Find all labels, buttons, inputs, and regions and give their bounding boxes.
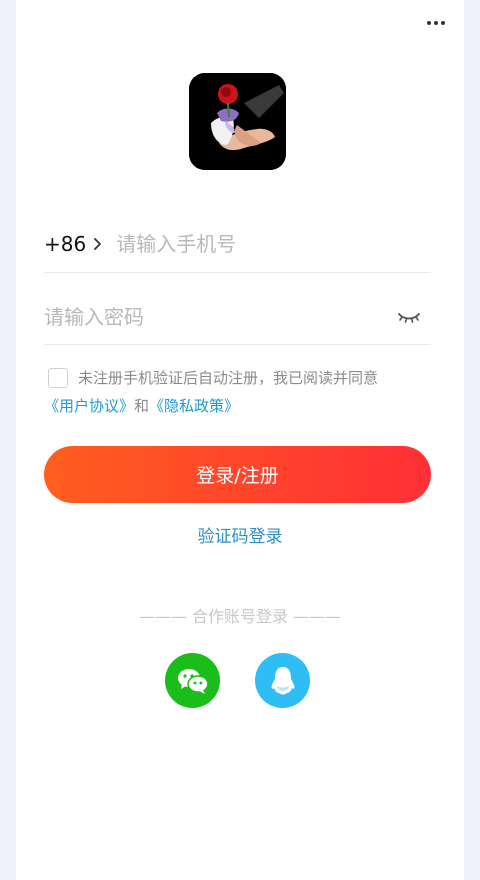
agreement-text: 未注册手机验证后自动注册，我已阅读并同意 — [78, 369, 379, 387]
logo-image — [189, 73, 286, 170]
agreement-links: 《用户协议》和《隐私政策》 — [44, 392, 438, 420]
more-icon[interactable] — [422, 14, 450, 32]
privacy-policy-link[interactable]: 《隐私政策》 — [149, 397, 239, 415]
country-code-label: +86 — [44, 232, 87, 256]
qq-login-button[interactable] — [255, 653, 310, 708]
password-input[interactable] — [44, 297, 397, 337]
agreement-block: 未注册手机验证后自动注册，我已阅读并同意 《用户协议》和《隐私政策》 — [44, 364, 438, 420]
country-code-selector[interactable]: +86 — [44, 232, 104, 256]
more-dot — [427, 21, 431, 25]
more-dot — [434, 21, 438, 25]
more-dot — [441, 21, 445, 25]
login-register-button[interactable]: 登录/注册 — [44, 446, 431, 503]
chevron-right-icon — [94, 238, 102, 250]
eye-closed-icon[interactable] — [397, 309, 421, 325]
phone-input[interactable] — [116, 224, 431, 264]
password-row — [44, 290, 431, 345]
qq-icon — [271, 666, 294, 694]
agreement-checkbox[interactable] — [48, 368, 68, 388]
sms-login-link[interactable]: 验证码登录 — [0, 522, 480, 547]
and-text: 和 — [134, 397, 150, 415]
wechat-icon — [177, 668, 209, 694]
wechat-login-button[interactable] — [165, 653, 220, 708]
user-agreement-link[interactable]: 《用户协议》 — [44, 397, 134, 415]
partner-login-title: ——— 合作账号登录 ——— — [138, 607, 342, 626]
phone-row: +86 — [44, 216, 431, 273]
app-logo — [189, 73, 286, 170]
